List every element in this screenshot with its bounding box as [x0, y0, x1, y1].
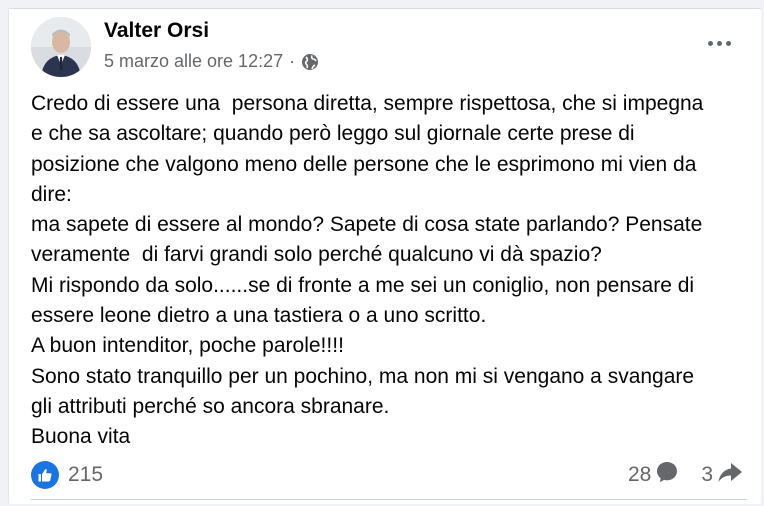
- engagement-stats: 28 3: [628, 460, 743, 490]
- post-line: gli attributi perché so ancora sbranare.: [31, 394, 390, 418]
- meta-separator: ·: [289, 51, 296, 71]
- more-options-icon[interactable]: [699, 29, 739, 57]
- footer-divider: [31, 499, 747, 500]
- author-name[interactable]: Valter Orsi: [104, 19, 209, 43]
- shares-count-button[interactable]: 3: [701, 460, 743, 490]
- post-footer: 215 28 3: [31, 459, 743, 491]
- reactions-summary[interactable]: 215: [31, 461, 103, 489]
- comment-icon: [655, 460, 679, 490]
- post-line: Sono stato tranquillo per un pochino, ma…: [31, 364, 695, 388]
- avatar[interactable]: [31, 17, 91, 77]
- post-timestamp[interactable]: 5 marzo alle ore 12:27: [104, 51, 283, 72]
- globe-icon[interactable]: [301, 53, 319, 71]
- post-line: veramente di farvi grandi solo perché qu…: [31, 243, 602, 267]
- post-line: A buon intenditor, poche parole!!!!: [31, 334, 344, 358]
- post-line: e che sa ascoltare; quando però leggo su…: [31, 122, 635, 146]
- post-line: dire:: [31, 182, 72, 206]
- post-line: essere leone dietro a una tastiera o a u…: [31, 304, 487, 328]
- share-icon: [717, 460, 743, 490]
- post-text: Credo di essere una persona diretta, sem…: [31, 89, 751, 453]
- post-card: Valter Orsi 5 marzo alle ore 12:27 · Cre…: [8, 8, 761, 504]
- comments-count: 28: [627, 463, 652, 486]
- comments-count-button[interactable]: 28: [628, 460, 679, 490]
- post-line: Mi rispondo da solo......se di fronte a …: [31, 273, 695, 297]
- like-icon: [31, 461, 59, 489]
- post-meta: 5 marzo alle ore 12:27 ·: [104, 51, 319, 72]
- reactions-count: 215: [68, 463, 104, 486]
- shares-count: 3: [701, 463, 713, 486]
- post-line: Buona vita: [31, 425, 131, 449]
- post-line: Credo di essere una persona diretta, sem…: [31, 92, 704, 115]
- post-line: ma sapete di essere al mondo? Sapete di …: [31, 213, 703, 237]
- post-line: posizione che valgono meno delle persone…: [31, 152, 697, 176]
- avatar-photo: [31, 17, 91, 77]
